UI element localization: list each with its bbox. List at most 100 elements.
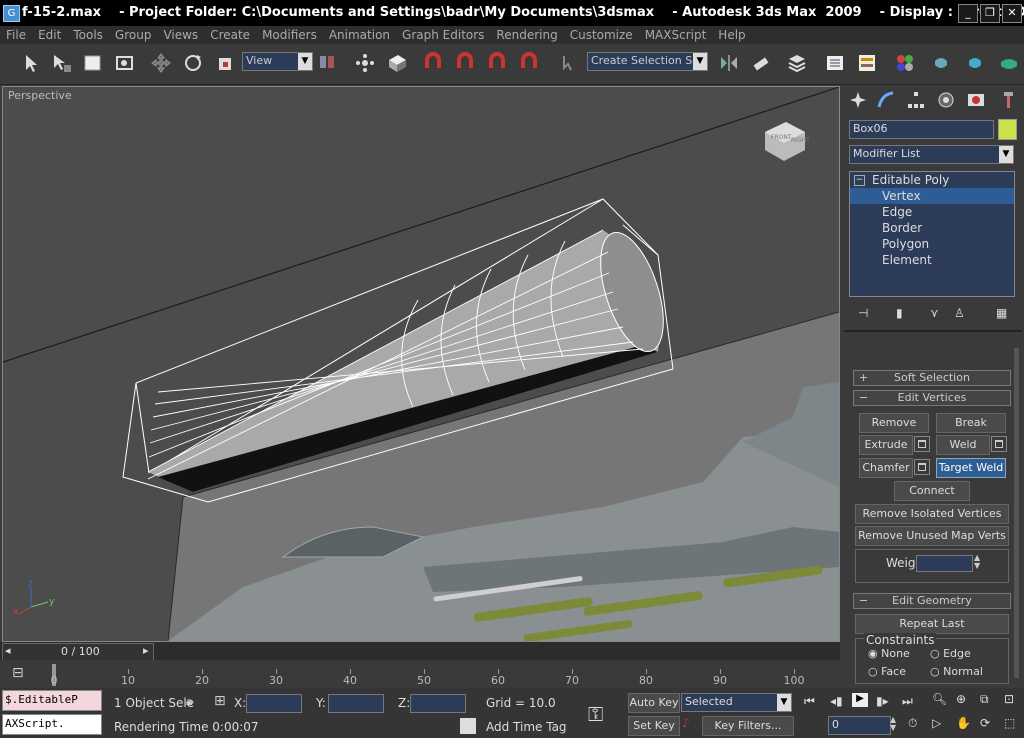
maximize-button[interactable]: ❐	[980, 4, 1000, 23]
prev-frame-icon[interactable]: ◂	[5, 644, 11, 657]
pan-icon[interactable]: ✋	[956, 716, 971, 730]
orbit-icon[interactable]: ⟳	[980, 716, 990, 730]
keyboard-shortcut-toggle-icon[interactable]	[386, 52, 408, 74]
pivot-center-icon[interactable]	[316, 52, 338, 74]
repeat-last-button[interactable]: Repeat Last	[855, 614, 1009, 634]
maxscript-listener-line[interactable]: $.EditableP	[2, 690, 102, 711]
connect-button[interactable]: Connect	[894, 481, 970, 501]
constraint-edge-radio[interactable]: ○ Edge	[930, 647, 971, 660]
menu-views[interactable]: Views	[157, 26, 204, 42]
create-tab-icon[interactable]	[848, 90, 868, 110]
panel-scrollbar[interactable]	[1014, 348, 1019, 678]
angle-snap-icon[interactable]	[454, 52, 476, 74]
menu-file[interactable]: File	[0, 26, 32, 42]
zoom-extents-all-icon[interactable]: ⊡	[1004, 692, 1014, 706]
stack-item-vertex[interactable]: Vertex	[850, 188, 1014, 204]
snaps-toggle-icon[interactable]	[422, 52, 444, 74]
weld-button[interactable]: Weld	[936, 435, 990, 455]
select-by-name-icon[interactable]	[50, 52, 72, 74]
object-color-swatch[interactable]	[998, 119, 1017, 140]
modify-tab-icon[interactable]	[876, 90, 896, 110]
set-key-button[interactable]: Set Key	[628, 716, 680, 736]
extrude-button[interactable]: Extrude	[859, 435, 913, 455]
material-editor-icon[interactable]	[894, 52, 916, 74]
z-coordinate-field[interactable]	[410, 694, 466, 713]
menu-animation[interactable]: Animation	[323, 26, 396, 42]
menu-maxscript[interactable]: MAXScript	[639, 26, 713, 42]
frame-spinner[interactable]: ▲ ▼	[890, 716, 896, 732]
pin-stack-icon[interactable]: ⊣	[858, 306, 868, 320]
remove-isolated-vertices-button[interactable]: Remove Isolated Vertices	[855, 504, 1009, 524]
menu-group[interactable]: Group	[109, 26, 158, 42]
stack-item-element[interactable]: Element	[850, 252, 1014, 268]
add-time-tag-icon[interactable]	[460, 718, 476, 734]
next-frame-icon[interactable]: ▮▸	[876, 694, 889, 708]
maximize-viewport-icon[interactable]: ⬚	[1004, 716, 1015, 730]
next-frame-icon[interactable]: ▸	[143, 644, 149, 657]
spinner-snap-icon[interactable]	[518, 52, 540, 74]
mirror-icon[interactable]	[718, 52, 740, 74]
key-mode-dropdown[interactable]: Selected ▼	[681, 693, 792, 712]
menu-edit[interactable]: Edit	[32, 26, 67, 42]
window-crossing-icon[interactable]	[114, 52, 136, 74]
extrude-settings-icon[interactable]	[914, 436, 930, 452]
make-unique-icon[interactable]: ⋎	[930, 306, 939, 320]
field-of-view-icon[interactable]: ▷	[932, 716, 941, 730]
stack-item-edge[interactable]: Edge	[850, 204, 1014, 220]
chamfer-settings-icon[interactable]	[914, 459, 930, 475]
key-filters-button[interactable]: Key Filters...	[702, 716, 794, 736]
go-to-start-icon[interactable]: ⏮	[804, 694, 815, 709]
perspective-viewport[interactable]: FRONT RIGHT y z x Perspective	[2, 86, 840, 642]
stack-item-border[interactable]: Border	[850, 220, 1014, 236]
hierarchy-tab-icon[interactable]	[906, 90, 926, 110]
graphite-toolbar-icon[interactable]	[824, 52, 846, 74]
target-weld-button[interactable]: Target Weld	[936, 458, 1006, 478]
close-button[interactable]: ✕	[1002, 4, 1022, 23]
menu-modifiers[interactable]: Modifiers	[256, 26, 323, 42]
key-icon[interactable]: ⚿	[588, 702, 603, 726]
menu-help[interactable]: Help	[712, 26, 751, 42]
layer-manager-icon[interactable]	[786, 52, 808, 74]
soft-selection-rollout[interactable]: + Soft Selection	[853, 370, 1011, 386]
zoom-extents-icon[interactable]: ⧉	[980, 692, 989, 707]
absolute-mode-icon[interactable]: ⊞	[214, 693, 226, 709]
menu-rendering[interactable]: Rendering	[490, 26, 563, 42]
render-setup-icon[interactable]	[930, 52, 952, 74]
move-icon[interactable]	[150, 52, 172, 74]
edit-vertices-rollout[interactable]: − Edit Vertices	[853, 390, 1011, 406]
zoom-icon[interactable]: 🔍︎	[932, 692, 947, 706]
play-icon[interactable]: ▶	[852, 693, 868, 707]
remove-modifier-icon[interactable]: ♙	[954, 306, 965, 320]
curve-editor-icon[interactable]	[856, 52, 878, 74]
auto-key-button[interactable]: Auto Key	[628, 693, 680, 713]
weight-spinner[interactable]: ▲ ▼	[974, 554, 980, 570]
lock-selection-icon[interactable]: 🔒︎	[186, 694, 192, 709]
object-name-field[interactable]: Box06	[849, 120, 994, 139]
stack-item-polygon[interactable]: Polygon	[850, 236, 1014, 252]
stack-item-editable-poly[interactable]: − Editable Poly	[850, 172, 1014, 188]
utilities-tab-icon[interactable]	[998, 90, 1018, 110]
x-coordinate-field[interactable]	[246, 694, 302, 713]
configure-modifier-sets-icon[interactable]: ▦	[996, 306, 1007, 320]
key-filters-icon[interactable]: ♪	[682, 716, 690, 730]
constraint-face-radio[interactable]: ○ Face	[868, 665, 906, 678]
time-slider[interactable]: ◂ 0 / 100 ▸	[0, 642, 840, 661]
weight-input[interactable]	[916, 555, 973, 572]
modifier-list-dropdown[interactable]: Modifier List ▼	[849, 145, 1014, 164]
align-icon[interactable]	[750, 52, 772, 74]
app-icon[interactable]: G	[3, 5, 20, 22]
remove-unused-map-verts-button[interactable]: Remove Unused Map Verts	[855, 526, 1009, 546]
scale-icon[interactable]	[214, 52, 236, 74]
percent-snap-icon[interactable]	[486, 52, 508, 74]
show-end-result-icon[interactable]: ▮	[896, 306, 903, 320]
motion-tab-icon[interactable]	[936, 90, 956, 110]
go-to-end-icon[interactable]: ⏭	[902, 694, 913, 709]
rectangular-selection-icon[interactable]	[82, 52, 104, 74]
current-frame-field[interactable]: 0	[828, 716, 891, 735]
rendered-frame-window-icon[interactable]	[964, 52, 986, 74]
display-tab-icon[interactable]	[966, 90, 986, 110]
select-and-manipulate-icon[interactable]	[354, 52, 376, 74]
weld-settings-icon[interactable]	[991, 436, 1007, 452]
mini-curve-editor-icon[interactable]: ⊟	[12, 665, 24, 681]
maxscript-input-line[interactable]: AXScript.	[2, 714, 102, 735]
